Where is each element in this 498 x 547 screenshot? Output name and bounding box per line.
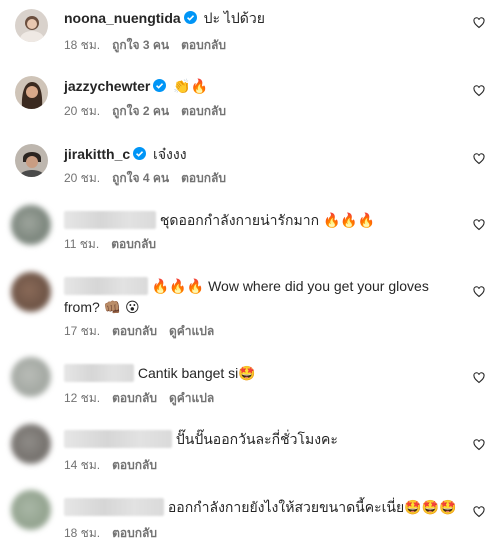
see-translation-button[interactable]: ดูคำแปล [169,391,214,405]
heart-outline-icon[interactable] [473,372,485,384]
username-blurred[interactable] [64,277,148,295]
comment-text: ออกกำลังกายยังไงให้สวยขนาดนี้คะเนี่ย🤩🤩🤩 [167,499,457,515]
reply-button[interactable]: ตอบกลับ [181,104,226,118]
heart-outline-icon[interactable] [473,286,485,298]
avatar[interactable] [15,76,48,109]
comment-text: ชุดออกกำลังกายน่ารักมาก 🔥🔥🔥 [159,212,376,228]
verified-badge-icon [133,147,147,160]
heart-outline-icon[interactable] [473,153,485,165]
heart-outline-icon[interactable] [473,506,485,518]
username-blurred[interactable] [64,211,156,229]
likes-count[interactable]: ถูกใจ 3 คน [112,38,169,52]
username-blurred[interactable] [64,364,134,382]
comment-text: เจ๋งงง [153,146,187,162]
likes-count[interactable]: ถูกใจ 2 คน [112,104,169,118]
comment-text: ปั๊นปั๊นออกวันละกี่ชั่วโมงคะ [175,431,338,447]
avatar[interactable] [11,490,51,530]
see-translation-button[interactable]: ดูคำแปล [169,324,214,338]
comment-time[interactable]: 11 ชม. [64,237,99,251]
comment-time[interactable]: 14 ชม. [64,458,100,472]
reply-button[interactable]: ตอบกลับ [112,458,157,472]
heart-outline-icon[interactable] [473,85,485,97]
likes-count[interactable]: ถูกใจ 4 คน [112,171,169,185]
reply-button[interactable]: ตอบกลับ [181,38,226,52]
comment-item: jazzychewter 👏🔥 20 ชม. ถูกใจ 2 คน ตอบกลับ [0,68,498,134]
verified-badge-icon [153,79,167,92]
reply-button[interactable]: ตอบกลับ [112,324,157,338]
comment-time[interactable]: 12 ชม. [64,391,100,405]
heart-outline-icon[interactable] [473,17,485,29]
comment-time[interactable]: 18 ชม. [64,526,100,540]
username-blurred[interactable] [64,498,164,516]
comment-item: jirakitth_c เจ๋งงง 20 ชม. ถูกใจ 4 คน ตอบกล… [0,136,498,198]
comment-text: Cantik banget si🤩 [137,365,256,381]
verified-badge-icon [183,11,197,24]
avatar[interactable] [11,272,51,312]
comment-item: 🔥🔥🔥 Wow where did you get your gloves fr… [0,264,498,348]
avatar[interactable] [15,144,48,177]
reply-button[interactable]: ตอบกลับ [111,237,156,251]
comment-time[interactable]: 20 ชม. [64,171,100,185]
comment-item: noona_nuengtida ปะ ไปด้วย 18 ชม. ถูกใจ 3 … [0,0,498,66]
reply-button[interactable]: ตอบกลับ [181,171,226,185]
reply-button[interactable]: ตอบกลับ [112,526,157,540]
comment-text-continued: from? 👊🏽 😮 [64,299,140,315]
comment-item: ออกกำลังกายยังไงให้สวยขนาดนี้คะเนี่ย🤩🤩🤩 … [0,480,498,547]
comment-time[interactable]: 18 ชม. [64,38,100,52]
heart-outline-icon[interactable] [473,439,485,451]
reply-button[interactable]: ตอบกลับ [112,391,157,405]
comment-item: ชุดออกกำลังกายน่ารักมาก 🔥🔥🔥 11 ชม. ตอบกลั… [0,200,498,262]
username[interactable]: noona_nuengtida [64,10,181,26]
comment-text: ปะ ไปด้วย [203,10,265,26]
avatar[interactable] [11,424,51,464]
username[interactable]: jirakitth_c [64,146,130,162]
username-blurred[interactable] [64,430,172,448]
comment-time[interactable]: 17 ชม. [64,324,100,338]
comment-item: Cantik banget si🤩 12 ชม. ตอบกลับ ดูคำแปล [0,350,498,412]
avatar[interactable] [11,205,51,245]
avatar[interactable] [15,9,48,42]
comment-text: 👏🔥 [173,79,209,95]
username[interactable]: jazzychewter [64,78,150,94]
comment-text: 🔥🔥🔥 Wow where did you get your gloves [151,278,429,294]
comment-time[interactable]: 20 ชม. [64,104,100,118]
avatar[interactable] [11,357,51,397]
heart-outline-icon[interactable] [473,219,485,231]
comment-item: ปั๊นปั๊นออกวันละกี่ชั่วโมงคะ 14 ชม. ตอบกล… [0,414,498,478]
